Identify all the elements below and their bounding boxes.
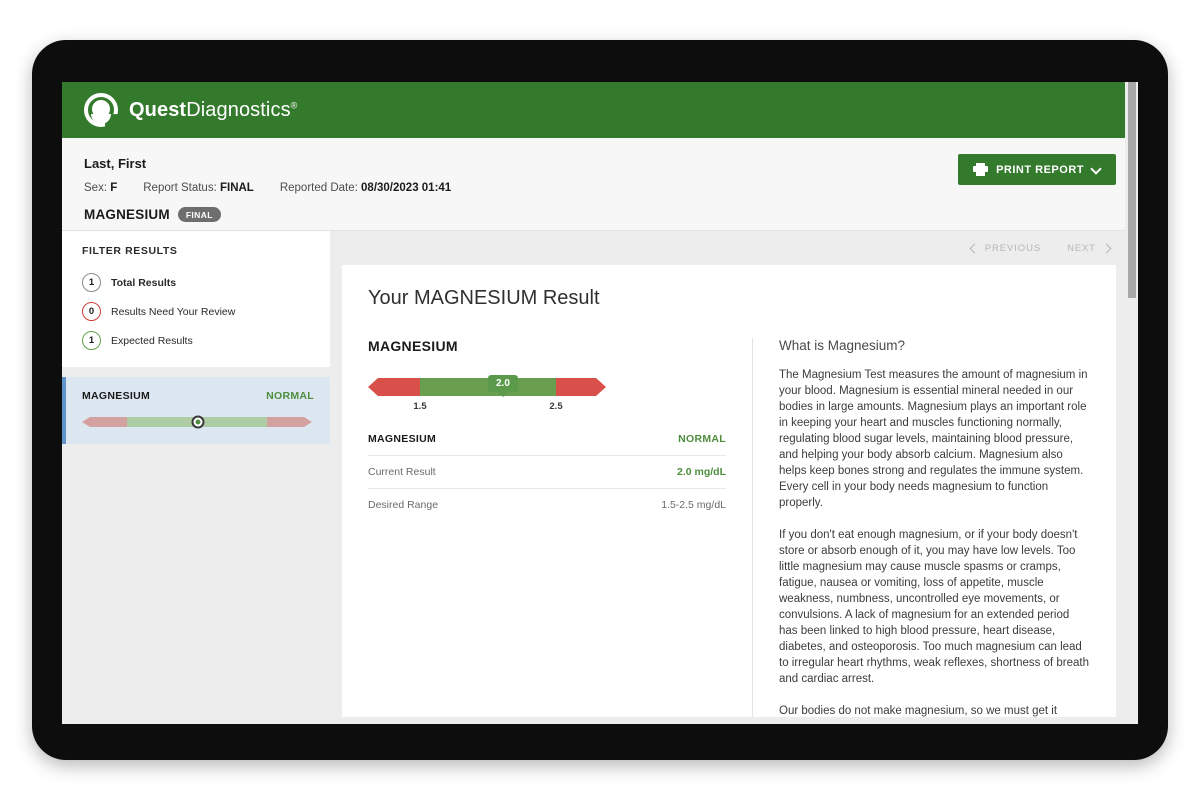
row-value: 2.0 mg/dL	[677, 466, 726, 478]
printer-icon	[973, 163, 988, 176]
filter-count-badge: 0	[82, 302, 101, 321]
filter-count-badge: 1	[82, 273, 101, 292]
filter-expected-results[interactable]: 1 Expected Results	[62, 326, 330, 355]
chevron-left-icon	[969, 243, 979, 253]
info-heading: What is Magnesium?	[779, 338, 1090, 353]
main-column: PREVIOUS NEXT Your MAGNESIUM Result MAGN…	[330, 231, 1138, 724]
brand-name-light: Diagnostics	[186, 99, 290, 121]
brand-wordmark: QuestDiagnostics®	[129, 99, 297, 122]
print-report-label: PRINT REPORT	[996, 164, 1084, 176]
info-paragraph: If you don't eat enough magnesium, or if…	[779, 527, 1090, 687]
vertical-scrollbar[interactable]	[1125, 82, 1138, 724]
gauge-value-bubble: 2.0	[488, 375, 518, 392]
report-status: Report Status: FINAL	[143, 182, 254, 194]
result-detail-card: Your MAGNESIUM Result MAGNESIUM 2.0	[342, 265, 1116, 717]
previous-label: PREVIOUS	[985, 243, 1041, 254]
chevron-down-icon	[1092, 165, 1101, 174]
result-rows: MAGNESIUM NORMAL Current Result 2.0 mg/d…	[368, 423, 726, 521]
filter-label: Results Need Your Review	[111, 306, 235, 318]
row-value: NORMAL	[678, 433, 726, 445]
patient-sex: Sex: F	[84, 182, 117, 194]
sidebar-result-magnesium[interactable]: MAGNESIUM NORMAL	[62, 377, 330, 444]
test-name: MAGNESIUM	[84, 207, 170, 222]
row-key: MAGNESIUM	[368, 433, 436, 445]
table-row: Desired Range 1.5-2.5 mg/dL	[368, 489, 726, 521]
next-label: NEXT	[1067, 243, 1096, 254]
chevron-right-icon	[1102, 243, 1112, 253]
result-measurement-column: MAGNESIUM 2.0	[368, 338, 726, 717]
info-column: What is Magnesium? The Magnesium Test me…	[752, 338, 1090, 717]
brand-trademark: ®	[291, 100, 298, 110]
page-title: Your MAGNESIUM Result	[368, 287, 1090, 310]
status-badge: FINAL	[178, 207, 221, 222]
sidebar-result-header: MAGNESIUM NORMAL	[82, 390, 314, 402]
reference-range-gauge: 2.0 1.5 2.5	[368, 376, 726, 415]
gauge-marker-icon	[192, 416, 205, 429]
brand-name-bold: Quest	[129, 99, 186, 121]
test-title-line: MAGNESIUM FINAL	[84, 207, 1116, 222]
sidebar-result-name: MAGNESIUM	[82, 390, 150, 402]
results-sidebar: FILTER RESULTS 1 Total Results 0 Results…	[62, 231, 330, 724]
info-paragraph: The Magnesium Test measures the amount o…	[779, 367, 1090, 511]
row-key: Desired Range	[368, 499, 438, 511]
sidebar-mini-gauge	[82, 416, 314, 428]
reported-date: Reported Date: 08/30/2023 01:41	[280, 182, 451, 194]
content-area: FILTER RESULTS 1 Total Results 0 Results…	[62, 231, 1138, 724]
quest-q-logo-icon	[84, 93, 118, 127]
filter-results-panel: FILTER RESULTS 1 Total Results 0 Results…	[62, 231, 330, 367]
browser-screen: QuestDiagnostics® Last, First Sex: F Rep…	[62, 82, 1138, 724]
filter-label: Expected Results	[111, 335, 193, 347]
info-paragraph: Our bodies do not make magnesium, so we …	[779, 703, 1090, 717]
filter-label: Total Results	[111, 277, 176, 289]
row-value: 1.5-2.5 mg/dL	[661, 499, 726, 511]
previous-result-button[interactable]: PREVIOUS	[971, 243, 1041, 254]
filter-results-title: FILTER RESULTS	[62, 245, 330, 257]
filter-total-results[interactable]: 1 Total Results	[62, 268, 330, 297]
next-result-button[interactable]: NEXT	[1067, 243, 1110, 254]
filter-count-badge: 1	[82, 331, 101, 350]
gauge-tick-labels: 1.5 2.5	[368, 401, 726, 415]
table-row: MAGNESIUM NORMAL	[368, 423, 726, 456]
sidebar-result-status: NORMAL	[266, 390, 314, 402]
filter-needs-review[interactable]: 0 Results Need Your Review	[62, 297, 330, 326]
brand-header: QuestDiagnostics®	[62, 82, 1138, 138]
table-row: Current Result 2.0 mg/dL	[368, 456, 726, 489]
gauge-bar	[368, 376, 606, 398]
row-key: Current Result	[368, 466, 436, 478]
result-pager: PREVIOUS NEXT	[342, 231, 1116, 265]
print-report-button[interactable]: PRINT REPORT	[958, 154, 1116, 185]
patient-info-strip: Last, First Sex: F Report Status: FINAL …	[62, 138, 1138, 231]
tablet-device-frame: QuestDiagnostics® Last, First Sex: F Rep…	[32, 40, 1168, 760]
analyte-heading: MAGNESIUM	[368, 338, 726, 354]
gauge-tick-low: 1.5	[413, 401, 426, 412]
gauge-tick-high: 2.5	[549, 401, 562, 412]
scrollbar-thumb[interactable]	[1128, 82, 1136, 298]
card-columns: MAGNESIUM 2.0	[368, 338, 1090, 717]
